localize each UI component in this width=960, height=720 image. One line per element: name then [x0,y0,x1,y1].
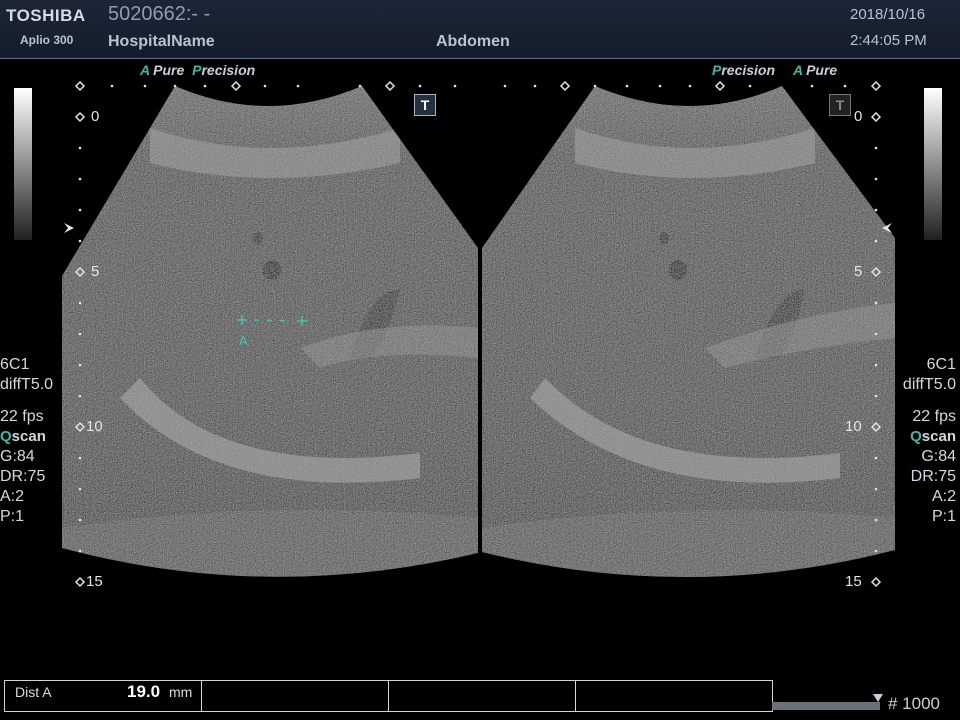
left-depth-label-0: 0 [91,108,100,125]
left-gain: G:84 [0,448,35,465]
right-mode: diffT5.0 [902,376,956,393]
measurement-value: 19.0 [127,682,161,701]
left-depth-label-15: 15 [86,573,103,590]
left-depth-label-5: 5 [91,263,100,280]
right-ultrasound-image [482,86,895,578]
patient-id: 5020662:- - [108,3,211,25]
left-focus-marker [64,223,74,233]
right-grayscale-bar [924,88,942,240]
measurement-cell-dist-a[interactable]: Dist A 19.0 mm [5,681,202,711]
ultrasound-view [62,80,895,588]
left-params: 6C1 diffT5.0 22 fps Qscan G:84 DR:75 A:2… [0,355,53,527]
measurement-cell-empty-3 [576,681,771,711]
left-mode: diffT5.0 [0,376,54,393]
left-probe: 6C1 [0,356,30,373]
exam-date: 2018/10/16 [850,6,926,23]
right-gain: G:84 [921,448,956,465]
left-dr: DR:75 [0,468,46,485]
hospital-name: HospitalName [108,33,215,50]
header-bar: TOSHIBA Aplio 300 5020662:- - HospitalNa… [0,0,960,59]
exam-time: 2:44:05 PM [850,32,927,49]
right-depth-label-5: 5 [854,263,863,280]
left-grayscale-bar [14,88,32,240]
left-qscan: Qscan [0,428,46,445]
left-ultrasound-image [62,86,478,577]
right-depth-label-15: 15 [845,573,862,590]
cine-position-marker-icon[interactable] [873,694,883,702]
left-fps: 22 fps [0,408,44,425]
model-name: Aplio 300 [20,33,74,47]
right-a: A:2 [931,488,956,505]
right-transmit-toggle-icon[interactable]: T [829,94,851,116]
right-feature-labels: Precision A Pure [712,62,838,78]
measurement-label: Dist A [15,684,52,700]
left-depth-label-10: 10 [86,418,103,435]
left-a: A:2 [0,488,25,505]
exam-preset: Abdomen [436,33,510,50]
frame-counter: # 1000 [888,694,940,713]
right-depth-label-0: 0 [854,108,863,125]
left-feature-labels: A Pure Precision [140,62,256,78]
measurement-cell-empty-1 [202,681,389,711]
brand-logo: TOSHIBA [6,6,86,25]
left-p: P:1 [0,508,25,525]
right-qscan: Qscan [910,428,956,445]
right-depth-label-10: 10 [845,418,862,435]
caliper-label-a: A [239,333,248,348]
right-p: P:1 [931,508,956,525]
measurement-cell-empty-2 [389,681,576,711]
measurement-unit: mm [169,684,193,700]
top-scale-diamonds [74,80,882,92]
right-probe: 6C1 [926,356,956,373]
right-params: 6C1 diffT5.0 22 fps Qscan G:84 DR:75 A:2… [903,355,956,527]
measurement-table: Dist A 19.0 mm [4,680,773,712]
right-fps: 22 fps [912,408,956,425]
top-scale-dots [110,84,847,88]
cine-scroll-bar[interactable] [772,702,880,710]
left-transmit-toggle-icon[interactable]: T [414,94,436,116]
right-dr: DR:75 [910,468,956,485]
